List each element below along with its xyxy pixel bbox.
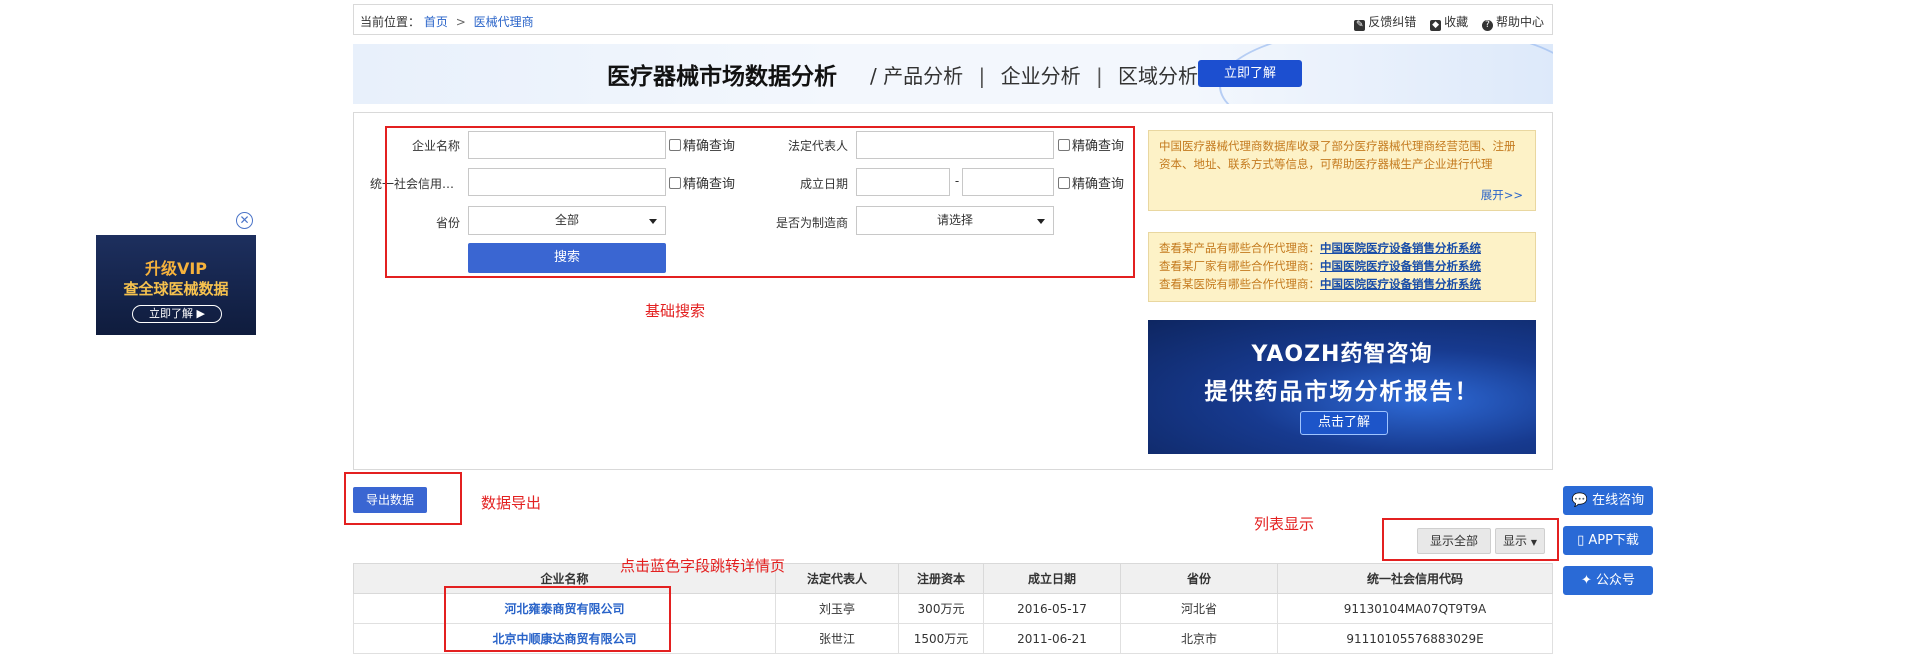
breadcrumb-prefix: 当前位置： — [360, 15, 421, 29]
list-display-highlight — [1382, 518, 1559, 561]
related-prefix: 查看某厂家有哪些合作代理商： — [1159, 259, 1320, 273]
question-icon: ? — [1481, 20, 1493, 31]
ad-learn-more-button[interactable]: 点击了解 — [1300, 411, 1388, 435]
cube-icon: ◆ — [1430, 20, 1442, 31]
expand-link[interactable]: 展开>> — [1481, 186, 1523, 204]
table-cell: 91110105576883029E — [1277, 623, 1553, 654]
related-system-links: 查看某产品有哪些合作代理商：中国医院医疗设备销售分析系统 查看某厂家有哪些合作代… — [1148, 232, 1536, 302]
feedback-link[interactable]: ✎ 反馈纠错 — [1354, 15, 1417, 31]
close-icon[interactable]: ✕ — [236, 212, 253, 229]
wechat-label: 公众号 — [1596, 573, 1636, 588]
wechat-icon: ✦ — [1580, 573, 1592, 588]
breadcrumb: 当前位置： 首页 > 医械代理商 — [360, 13, 534, 30]
table-cell: 91130104MA07QT9T9A — [1277, 593, 1553, 624]
basic-search-annotation: 基础搜索 — [645, 302, 706, 320]
top-utility-links: ✎ 反馈纠错 ◆ 收藏 ? 帮助中心 — [1344, 13, 1544, 31]
table-cell: 刘玉亭 — [775, 593, 899, 624]
related-system-link[interactable]: 中国医院医疗设备销售分析系统 — [1320, 259, 1481, 273]
feedback-label: 反馈纠错 — [1368, 15, 1417, 29]
chat-icon: 💬 — [1571, 493, 1589, 508]
ad-headline: 提供药品市场分析报告！ — [1204, 379, 1480, 405]
vip-ad-button[interactable]: 立即了解 ▶ — [132, 305, 222, 323]
click-blue-annotation: 点击蓝色字段跳转详情页 — [620, 557, 786, 575]
table-cell: 河北省 — [1120, 593, 1278, 624]
related-prefix: 查看某产品有哪些合作代理商： — [1159, 241, 1320, 255]
related-system-link[interactable]: 中国医院医疗设备销售分析系统 — [1320, 241, 1481, 255]
column-header-province[interactable]: 省份 — [1120, 563, 1278, 594]
related-prefix: 查看某医院有哪些合作代理商： — [1159, 277, 1320, 291]
column-header-credit-code[interactable]: 统一社会信用代码 — [1277, 563, 1553, 594]
intro-text: 中国医疗器械代理商数据库收录了部分医疗器械代理商经营范围、注册资本、地址、联系方… — [1159, 139, 1516, 171]
help-label: 帮助中心 — [1495, 15, 1544, 29]
consult-label: 在线咨询 — [1592, 493, 1645, 508]
online-consult-button[interactable]: 💬 在线咨询 — [1563, 486, 1653, 515]
table-cell: 300万元 — [898, 593, 984, 624]
table-cell: 张世江 — [775, 623, 899, 654]
help-link[interactable]: ? 帮助中心 — [1481, 15, 1544, 31]
banner-subtitles: / 产品分析 | 企业分析 | 区域分析 — [870, 60, 1198, 89]
phone-icon: ▯ — [1577, 533, 1585, 548]
breadcrumb-separator: > — [455, 15, 466, 29]
column-header-capital[interactable]: 注册资本 — [898, 563, 984, 594]
table-cell: 2016-05-17 — [983, 593, 1121, 624]
vip-ad-line1: 升级VIP — [144, 259, 208, 278]
app-label: APP下载 — [1588, 533, 1639, 548]
banner-sub-product: 产品分析 — [883, 64, 964, 88]
intro-notice: 中国医疗器械代理商数据库收录了部分医疗器械代理商经营范围、注册资本、地址、联系方… — [1148, 130, 1536, 211]
vip-upgrade-ad[interactable]: 升级VIP 查全球医械数据 立即了解 ▶ — [96, 235, 256, 335]
edit-icon: ✎ — [1354, 20, 1366, 31]
breadcrumb-current-link[interactable]: 医械代理商 — [474, 15, 534, 29]
banner-slash: / — [870, 64, 877, 88]
basic-search-highlight — [385, 126, 1135, 278]
related-row-hospital: 查看某医院有哪些合作代理商：中国医院医疗设备销售分析系统 — [1159, 275, 1525, 293]
table-cell: 1500万元 — [898, 623, 984, 654]
banner-sub-region: 区域分析 — [1118, 64, 1199, 88]
export-highlight — [344, 472, 462, 525]
banner-title: 医疗器械市场数据分析 — [607, 64, 837, 90]
app-download-button[interactable]: ▯ APP下载 — [1563, 526, 1653, 555]
banner-cta-button[interactable]: 立即了解 — [1198, 60, 1302, 87]
column-header-date[interactable]: 成立日期 — [983, 563, 1121, 594]
vip-ad-line2: 查全球医械数据 — [123, 280, 229, 298]
ad-brand: YAOZH药智咨询 — [1251, 342, 1433, 367]
column-header-legal-rep[interactable]: 法定代表人 — [775, 563, 899, 594]
company-link-highlight — [444, 586, 671, 652]
related-row-product: 查看某产品有哪些合作代理商：中国医院医疗设备销售分析系统 — [1159, 239, 1525, 257]
breadcrumb-home-link[interactable]: 首页 — [424, 15, 448, 29]
related-system-link[interactable]: 中国医院医疗设备销售分析系统 — [1320, 277, 1481, 291]
banner-sub-company: 企业分析 — [1000, 64, 1081, 88]
yaozh-report-ad[interactable]: YAOZH药智咨询 提供药品市场分析报告！ 点击了解 — [1148, 320, 1536, 454]
banner-bar-1: | — [978, 64, 986, 88]
related-row-manufacturer: 查看某厂家有哪些合作代理商：中国医院医疗设备销售分析系统 — [1159, 257, 1525, 275]
export-annotation: 数据导出 — [481, 494, 542, 512]
market-analysis-banner[interactable]: 医疗器械市场数据分析 / 产品分析 | 企业分析 | 区域分析 立即了解 — [353, 44, 1553, 104]
table-cell: 北京市 — [1120, 623, 1278, 654]
favorite-label: 收藏 — [1444, 15, 1469, 29]
wechat-account-button[interactable]: ✦ 公众号 — [1563, 566, 1653, 595]
table-cell: 2011-06-21 — [983, 623, 1121, 654]
list-display-annotation: 列表显示 — [1254, 515, 1315, 533]
favorite-link[interactable]: ◆ 收藏 — [1430, 15, 1469, 31]
breadcrumb-bar: 当前位置： 首页 > 医械代理商 ✎ 反馈纠错 ◆ 收藏 ? 帮助中心 — [353, 4, 1553, 35]
banner-bar-2: | — [1095, 64, 1103, 88]
